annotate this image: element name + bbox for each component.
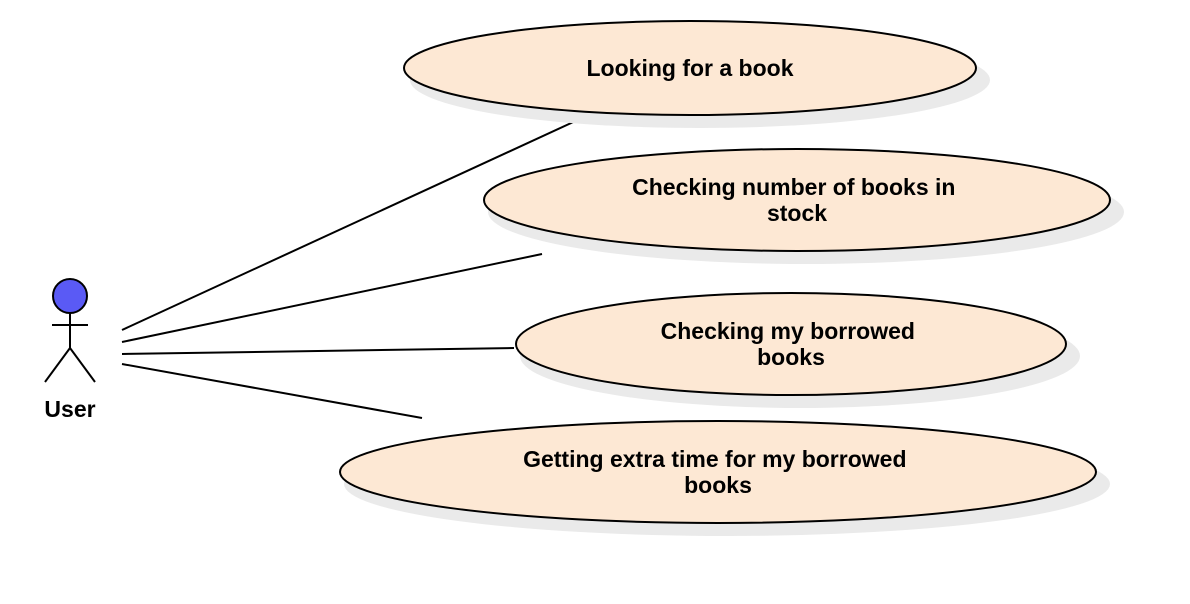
use-case-looking-for-book[interactable]: Looking for a book — [403, 20, 990, 128]
associations — [121, 117, 583, 419]
association-checking-borrowed — [121, 347, 515, 355]
use-case-label-line: Looking for a book — [587, 55, 794, 81]
association-extra-time — [121, 363, 423, 419]
actor-right-leg — [69, 347, 96, 383]
use-case-label-line: Checking my borrowed — [661, 318, 915, 344]
use-case-label: Looking for a book — [587, 55, 794, 81]
use-case-label-line: Getting extra time for my borrowed — [523, 446, 906, 472]
actor-label: User — [44, 396, 95, 422]
use-case-label-line: books — [684, 472, 752, 498]
use-case-extra-time[interactable]: Getting extra time for my borrowed books — [339, 420, 1110, 536]
use-case-label-line: stock — [767, 200, 827, 226]
use-case-label-line: Checking number of books in — [632, 174, 955, 200]
use-case-label-line: books — [757, 344, 825, 370]
use-case-checking-stock[interactable]: Checking number of books in stock — [483, 148, 1124, 264]
use-case-checking-borrowed[interactable]: Checking my borrowed books — [515, 292, 1080, 408]
actor-head-icon — [52, 278, 88, 314]
actor-left-leg — [44, 347, 71, 383]
actor-user[interactable]: User — [44, 278, 96, 422]
use-case-diagram: Looking for a book Checking number of bo… — [44, 20, 1124, 536]
association-checking-stock — [121, 253, 543, 343]
